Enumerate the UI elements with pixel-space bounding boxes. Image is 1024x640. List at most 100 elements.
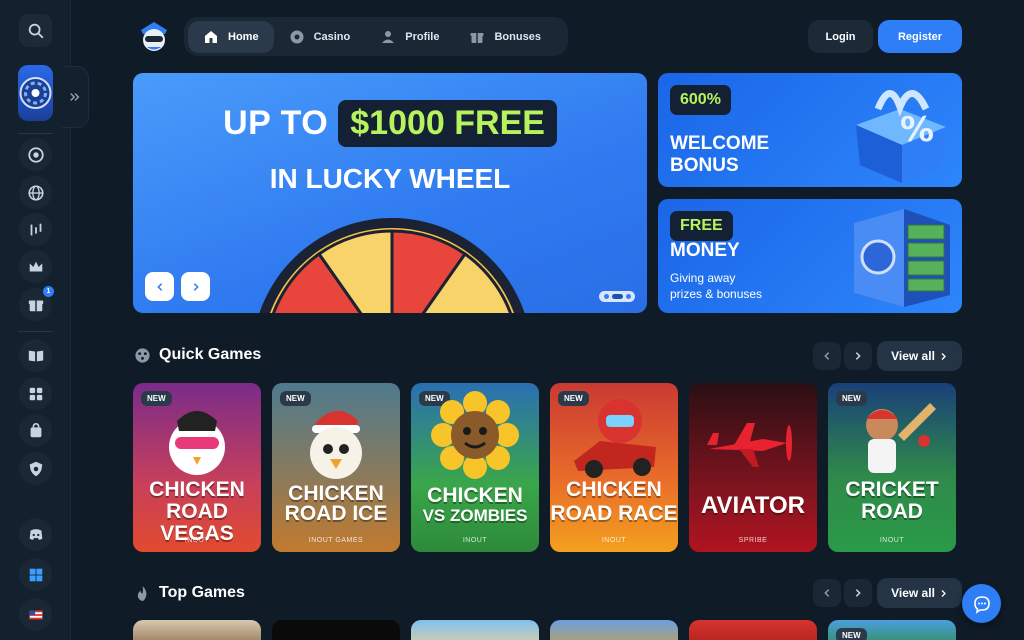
chip-icon — [27, 146, 44, 163]
register-button[interactable]: Register — [878, 20, 962, 53]
sidebar-item-gifts[interactable]: 1 — [19, 286, 54, 321]
hero-banner[interactable]: UP TO $1000 FREE IN LUCKY WHEEL — [133, 73, 647, 313]
lucky-wheel-thumbnail[interactable] — [18, 65, 53, 121]
quick-games-next-button[interactable] — [844, 342, 872, 370]
sidebar-item-casino[interactable] — [19, 138, 52, 171]
wheel-icon — [19, 77, 52, 109]
racing-chicken-illustration — [574, 399, 656, 478]
game-provider: INOUT GAMES — [308, 537, 364, 544]
game-card-cricket-road[interactable]: NEW CRICKET ROAD INOUT — [828, 383, 956, 552]
globe-icon — [27, 184, 44, 201]
game-card-chicken-road-ice[interactable]: NEW CHICKEN ROAD ICE INOUT GAMES — [272, 383, 400, 552]
site-logo[interactable] — [135, 18, 173, 56]
quick-games-prev-button[interactable] — [813, 342, 841, 370]
game-title-line1: CHICKEN — [427, 484, 523, 507]
carousel-dots[interactable] — [599, 291, 635, 302]
language-selector[interactable] — [19, 598, 52, 631]
cricket-player-illustration — [866, 403, 936, 473]
sidebar-item-sports[interactable] — [19, 176, 52, 209]
game-title-line1: CRICKET — [845, 478, 939, 501]
quick-games-view-all-button[interactable]: View all — [877, 341, 962, 371]
tab-profile-label: Profile — [405, 30, 440, 43]
top-game-card[interactable]: NEW — [828, 620, 956, 640]
tab-profile[interactable]: Profile — [365, 21, 454, 53]
tab-bonuses[interactable]: Bonuses — [454, 21, 555, 53]
promo-welcome-bonus[interactable]: 600% WELCOME BONUS % — [658, 73, 962, 187]
book-icon — [28, 350, 43, 361]
double-chevron-right-icon — [70, 93, 80, 101]
game-card-chicken-road-race[interactable]: NEW CHICKEN ROAD RACE INOUT — [550, 383, 678, 552]
quick-games-heading: Quick Games — [134, 346, 261, 364]
sidebar-item-vip[interactable] — [19, 250, 52, 283]
promo-tag: FREE — [670, 211, 733, 241]
top-game-card[interactable] — [550, 620, 678, 640]
sidebar-item-games[interactable] — [19, 377, 52, 410]
top-games-next-button[interactable] — [844, 579, 872, 607]
bag-icon — [30, 422, 41, 437]
hero-next-button[interactable] — [181, 272, 210, 301]
top-game-card[interactable] — [272, 620, 400, 640]
game-title-line2: VS ZOMBIES — [422, 506, 528, 525]
tab-casino[interactable]: Casino — [274, 21, 366, 53]
game-provider: INOUT — [462, 537, 488, 544]
promo-title-line1: WELCOME — [670, 133, 770, 154]
top-game-card[interactable] — [411, 620, 539, 640]
sidebar-item-discord[interactable] — [19, 518, 52, 551]
red-airplane-illustration — [707, 423, 792, 467]
game-provider: SPRIBE — [738, 537, 768, 544]
promo-tag: 600% — [670, 85, 731, 115]
chevron-right-icon — [193, 282, 199, 291]
promo-title-line2: BONUS — [670, 155, 739, 176]
top-game-card[interactable] — [133, 620, 261, 640]
game-provider: INOUT — [879, 537, 905, 544]
game-title-line2: ROAD RACE — [550, 502, 678, 525]
search-button[interactable] — [19, 14, 52, 47]
promo-free-money[interactable]: FREE MONEY Giving away prizes & bonuses — [658, 199, 962, 313]
sidebar-item-guides[interactable] — [19, 339, 52, 372]
tab-home-label: Home — [228, 30, 259, 43]
chip-icon — [135, 347, 150, 363]
quick-games-list: NEW CHICKEN ROAD VEGAS INOUT NEW CHICKEN… — [133, 383, 956, 552]
chip-icon — [290, 30, 304, 43]
live-chat-button[interactable] — [962, 584, 1001, 623]
sidebar-item-trading[interactable] — [19, 213, 52, 246]
search-icon — [28, 23, 43, 38]
top-game-card[interactable] — [689, 620, 817, 640]
login-button[interactable]: Login — [808, 20, 873, 53]
game-provider: INOUT — [601, 537, 627, 544]
tab-home[interactable]: Home — [188, 20, 274, 53]
discord-icon — [29, 528, 42, 540]
gift-box-percent-icon: % — [856, 90, 946, 183]
gift-icon — [28, 300, 43, 311]
top-games-prev-button[interactable] — [813, 579, 841, 607]
money-safe-icon — [854, 209, 950, 307]
top-games-view-all-button[interactable]: View all — [877, 578, 962, 608]
game-title-line2: ROAD ICE — [284, 502, 388, 525]
chevron-right-icon — [855, 352, 861, 360]
carousel-dot-active[interactable] — [611, 294, 623, 299]
view-all-label: View all — [891, 349, 935, 363]
game-card-aviator[interactable]: AVIATOR SPRIBE — [689, 383, 817, 552]
quick-games-title: Quick Games — [159, 346, 262, 363]
sunflower-zombie-illustration — [431, 391, 519, 479]
hero-prev-button[interactable] — [145, 272, 174, 301]
user-icon — [382, 30, 395, 43]
game-title-line1: CHICKEN — [149, 478, 245, 501]
promo-title-line1: MONEY — [670, 240, 740, 261]
game-card-chicken-vs-zombies[interactable]: NEW CHICKEN VS ZOMBIES INOUT — [411, 383, 539, 552]
view-all-label: View all — [891, 586, 935, 600]
sidebar-expand-button[interactable] — [62, 66, 89, 128]
top-games-heading: Top Games — [134, 584, 245, 602]
carousel-dot[interactable] — [603, 294, 609, 299]
game-provider: INOUT — [184, 537, 210, 544]
sidebar-item-security[interactable] — [19, 452, 52, 485]
chevron-left-icon — [824, 352, 830, 360]
top-games-title: Top Games — [159, 584, 245, 601]
sidebar-item-store[interactable] — [19, 414, 52, 447]
game-card-chicken-road-vegas[interactable]: NEW CHICKEN ROAD VEGAS INOUT — [133, 383, 261, 552]
gift-badge: 1 — [43, 286, 54, 297]
tab-bonuses-label: Bonuses — [494, 30, 541, 43]
sidebar-item-windows-app[interactable] — [19, 558, 52, 591]
chat-bubble-icon — [973, 595, 990, 614]
carousel-dot[interactable] — [625, 294, 631, 299]
